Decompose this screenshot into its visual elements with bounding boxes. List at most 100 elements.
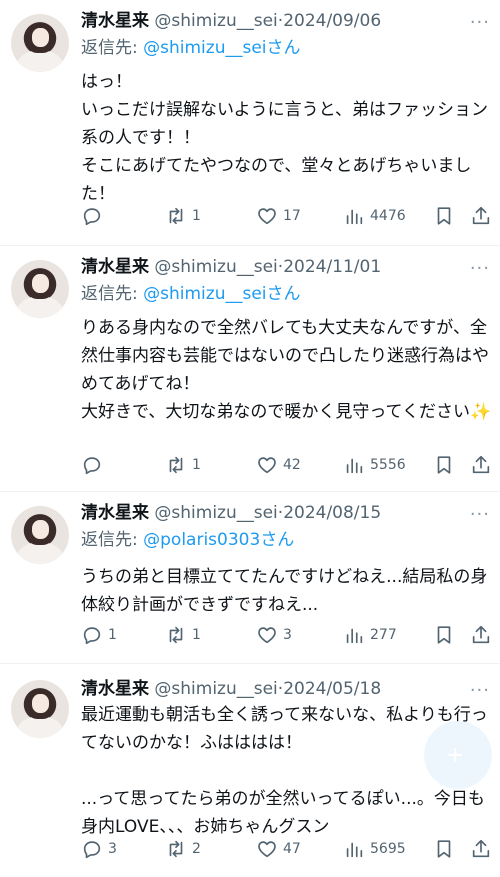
user-handle[interactable]: @shimizu__sei bbox=[154, 257, 277, 277]
retweet-icon bbox=[169, 207, 183, 225]
reply-suffix: さん bbox=[260, 530, 295, 550]
share-button[interactable] bbox=[470, 836, 492, 862]
views-icon bbox=[346, 458, 363, 474]
views-button[interactable]: 277 bbox=[343, 622, 397, 648]
view-count: 5556 bbox=[370, 457, 406, 473]
user-handle[interactable]: @shimizu__sei bbox=[154, 11, 277, 31]
views-icon bbox=[346, 842, 363, 858]
view-count: 4476 bbox=[370, 208, 406, 224]
like-button[interactable]: 42 bbox=[256, 452, 301, 478]
reply-button[interactable] bbox=[81, 203, 108, 229]
retweet-icon bbox=[169, 456, 183, 474]
reply-suffix: さん bbox=[266, 284, 301, 304]
reply-count: 1 bbox=[108, 627, 117, 643]
views-button[interactable]: 5556 bbox=[343, 452, 406, 478]
reply-button[interactable]: 3 bbox=[81, 836, 117, 862]
display-name[interactable]: 清水星来 bbox=[81, 679, 149, 699]
views-button[interactable]: 4476 bbox=[343, 203, 406, 229]
tweet-actions: 1 42 5556 bbox=[81, 452, 493, 478]
tweet[interactable]: 清水星来 @shimizu__sei·2024/09/06 ··· 返信先: @… bbox=[0, 0, 500, 246]
more-options-icon[interactable]: ··· bbox=[470, 680, 490, 701]
tweet-header: 清水星来 @shimizu__sei·2024/05/18 bbox=[81, 676, 381, 702]
reply-prefix: 返信先: bbox=[81, 284, 144, 304]
reply-to-link[interactable]: @shimizu__sei bbox=[143, 284, 266, 304]
tweet-actions: 1 17 4476 bbox=[81, 203, 493, 229]
heart-icon bbox=[258, 841, 276, 858]
view-count: 277 bbox=[370, 627, 397, 643]
tweet-text: うちの弟と目標立ててたんですけどねえ...結局私の身体絞り計画ができずですねえ.… bbox=[81, 567, 488, 615]
reply-button[interactable]: 1 bbox=[81, 622, 117, 648]
display-name[interactable]: 清水星来 bbox=[81, 11, 149, 31]
reply-context: 返信先: @shimizu__seiさん bbox=[81, 282, 301, 306]
retweet-icon bbox=[169, 626, 183, 644]
more-options-icon[interactable]: ··· bbox=[470, 12, 490, 33]
like-count: 47 bbox=[283, 841, 301, 857]
tweet[interactable]: 清水星来 @shimizu__sei·2024/11/01 ··· 返信先: @… bbox=[0, 246, 500, 492]
reply-icon bbox=[83, 208, 101, 226]
tweet-text: はっ！ いっこだけ誤解ないように言うと、弟はファッション系の人です！！ そこにあ… bbox=[81, 72, 488, 204]
bookmark-button[interactable] bbox=[433, 452, 455, 478]
avatar[interactable] bbox=[11, 260, 69, 318]
avatar[interactable] bbox=[11, 506, 69, 564]
avatar[interactable] bbox=[11, 680, 69, 738]
like-count: 3 bbox=[283, 627, 292, 643]
tweet-header: 清水星来 @shimizu__sei·2024/11/01 bbox=[81, 254, 381, 280]
tweet-header: 清水星来 @shimizu__sei·2024/09/06 bbox=[81, 8, 381, 34]
display-name[interactable]: 清水星来 bbox=[81, 503, 149, 523]
reply-suffix: さん bbox=[266, 38, 301, 58]
bookmark-button[interactable] bbox=[433, 203, 455, 229]
retweet-count: 2 bbox=[192, 841, 201, 857]
tweet-date[interactable]: 2024/08/15 bbox=[283, 503, 381, 523]
bookmark-icon bbox=[437, 207, 451, 225]
retweet-button[interactable]: 1 bbox=[165, 452, 201, 478]
reply-button[interactable] bbox=[81, 452, 108, 478]
views-icon bbox=[346, 209, 363, 225]
heart-icon bbox=[258, 627, 276, 644]
retweet-count: 1 bbox=[192, 457, 201, 473]
like-button[interactable]: 3 bbox=[256, 622, 292, 648]
bookmark-button[interactable] bbox=[433, 836, 455, 862]
views-button[interactable]: 5695 bbox=[343, 836, 406, 862]
retweet-count: 1 bbox=[192, 627, 201, 643]
reply-to-link[interactable]: @polaris0303 bbox=[143, 530, 260, 550]
more-options-icon[interactable]: ··· bbox=[470, 258, 490, 279]
user-handle[interactable]: @shimizu__sei bbox=[154, 679, 277, 699]
like-count: 17 bbox=[283, 208, 301, 224]
retweet-button[interactable]: 2 bbox=[165, 836, 201, 862]
reply-prefix: 返信先: bbox=[81, 38, 144, 58]
like-button[interactable]: 47 bbox=[256, 836, 301, 862]
share-button[interactable] bbox=[470, 203, 492, 229]
tweet-text: りある身内なので全然バレても大丈夫なんですが、全然仕事内容も芸能ではないので凸し… bbox=[81, 318, 492, 422]
bookmark-button[interactable] bbox=[433, 622, 455, 648]
avatar[interactable] bbox=[11, 14, 69, 72]
tweet[interactable]: 清水星来 @shimizu__sei·2024/08/15 ··· 返信先: @… bbox=[0, 492, 500, 664]
bookmark-icon bbox=[437, 626, 451, 644]
share-button[interactable] bbox=[470, 452, 492, 478]
more-options-icon[interactable]: ··· bbox=[470, 504, 490, 525]
heart-icon bbox=[258, 208, 276, 225]
tweet-date[interactable]: 2024/09/06 bbox=[283, 11, 381, 31]
view-count: 5695 bbox=[370, 841, 406, 857]
retweet-button[interactable]: 1 bbox=[165, 622, 201, 648]
reply-to-link[interactable]: @shimizu__sei bbox=[143, 38, 266, 58]
retweet-count: 1 bbox=[192, 208, 201, 224]
retweet-button[interactable]: 1 bbox=[165, 203, 201, 229]
heart-icon bbox=[258, 457, 276, 474]
views-icon bbox=[346, 628, 363, 644]
tweet-header: 清水星来 @shimizu__sei·2024/08/15 bbox=[81, 500, 381, 526]
bookmark-icon bbox=[437, 456, 451, 474]
compose-button[interactable]: + bbox=[424, 721, 492, 789]
display-name[interactable]: 清水星来 bbox=[81, 257, 149, 277]
reply-icon bbox=[83, 841, 101, 859]
reply-context: 返信先: @polaris0303さん bbox=[81, 528, 294, 552]
tweet-date[interactable]: 2024/11/01 bbox=[283, 257, 381, 277]
like-button[interactable]: 17 bbox=[256, 203, 301, 229]
share-button[interactable] bbox=[470, 622, 492, 648]
user-handle[interactable]: @shimizu__sei bbox=[154, 503, 277, 523]
tweet[interactable]: 清水星来 @shimizu__sei·2024/05/18 ··· 最近運動も朝… bbox=[0, 664, 500, 877]
share-icon bbox=[472, 455, 490, 474]
bookmark-icon bbox=[437, 840, 451, 858]
reply-icon bbox=[83, 627, 101, 645]
tweet-date[interactable]: 2024/05/18 bbox=[283, 679, 381, 699]
tweet-actions: 1 1 3 277 bbox=[81, 622, 493, 648]
